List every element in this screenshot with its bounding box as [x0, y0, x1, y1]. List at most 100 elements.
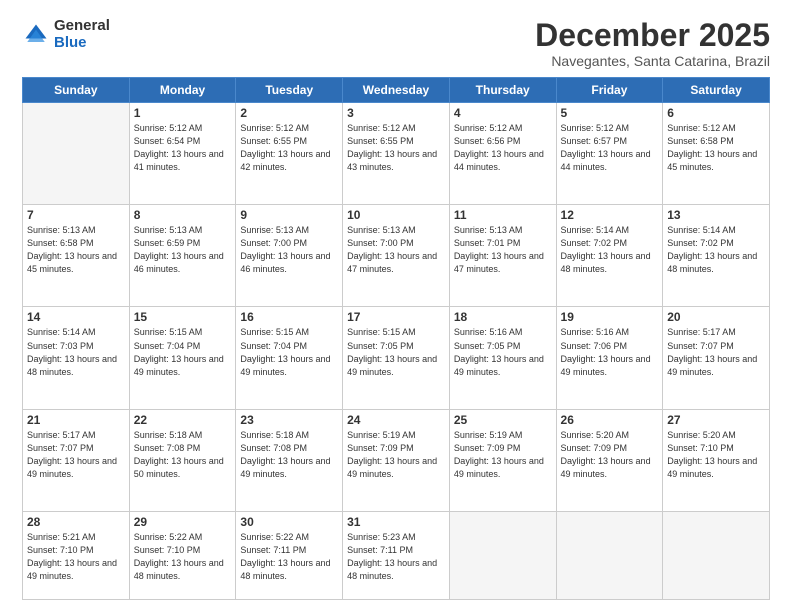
- calendar-cell: 18 Sunrise: 5:16 AMSunset: 7:05 PMDayligh…: [449, 307, 556, 409]
- day-number: 6: [667, 106, 765, 120]
- calendar-cell: [449, 511, 556, 599]
- calendar-cell: 19 Sunrise: 5:16 AMSunset: 7:06 PMDayligh…: [556, 307, 663, 409]
- day-info: Sunrise: 5:15 AMSunset: 7:05 PMDaylight:…: [347, 326, 445, 378]
- day-number: 21: [27, 413, 125, 427]
- calendar-cell: 10Sunrise: 5:13 AMSunset: 7:00 PMDayligh…: [343, 205, 450, 307]
- calendar-cell: 9Sunrise: 5:13 AMSunset: 7:00 PMDaylight…: [236, 205, 343, 307]
- day-info: Sunrise: 5:12 AMSunset: 6:55 PMDaylight:…: [347, 122, 445, 174]
- calendar-week-row: 1 Sunrise: 5:12 AMSunset: 6:54 PMDaylight…: [23, 103, 770, 205]
- weekday-header: Saturday: [663, 78, 770, 103]
- day-number: 17: [347, 310, 445, 324]
- calendar-cell: 21 Sunrise: 5:17 AMSunset: 7:07 PMDayligh…: [23, 409, 130, 511]
- calendar-cell: 2Sunrise: 5:12 AMSunset: 6:55 PMDaylight…: [236, 103, 343, 205]
- day-number: 22: [134, 413, 232, 427]
- day-info: Sunrise: 5:14 AMSunset: 7:02 PMDaylight:…: [561, 224, 659, 276]
- month-title: December 2025: [535, 18, 770, 53]
- day-number: 8: [134, 208, 232, 222]
- day-number: 29: [134, 515, 232, 529]
- calendar-cell: 22 Sunrise: 5:18 AMSunset: 7:08 PMDayligh…: [129, 409, 236, 511]
- weekday-header: Wednesday: [343, 78, 450, 103]
- calendar-cell: 4 Sunrise: 5:12 AMSunset: 6:56 PMDaylight…: [449, 103, 556, 205]
- day-number: 18: [454, 310, 552, 324]
- day-info: Sunrise: 5:12 AMSunset: 6:58 PMDaylight:…: [667, 122, 765, 174]
- calendar-cell: 1 Sunrise: 5:12 AMSunset: 6:54 PMDaylight…: [129, 103, 236, 205]
- weekday-header: Friday: [556, 78, 663, 103]
- day-number: 3: [347, 106, 445, 120]
- logo-text: General Blue: [54, 18, 110, 51]
- weekday-header: Tuesday: [236, 78, 343, 103]
- calendar-cell: 5 Sunrise: 5:12 AMSunset: 6:57 PMDaylight…: [556, 103, 663, 205]
- day-info: Sunrise: 5:13 AMSunset: 7:01 PMDaylight:…: [454, 224, 552, 276]
- day-number: 19: [561, 310, 659, 324]
- day-number: 26: [561, 413, 659, 427]
- day-info: Sunrise: 5:16 AMSunset: 7:05 PMDaylight:…: [454, 326, 552, 378]
- calendar-week-row: 7Sunrise: 5:13 AMSunset: 6:58 PMDaylight…: [23, 205, 770, 307]
- logo: General Blue: [22, 18, 110, 51]
- day-number: 1: [134, 106, 232, 120]
- day-number: 11: [454, 208, 552, 222]
- day-info: Sunrise: 5:17 AMSunset: 7:07 PMDaylight:…: [667, 326, 765, 378]
- day-number: 31: [347, 515, 445, 529]
- calendar-cell: [663, 511, 770, 599]
- day-info: Sunrise: 5:12 AMSunset: 6:57 PMDaylight:…: [561, 122, 659, 174]
- day-number: 15: [134, 310, 232, 324]
- calendar-week-row: 21 Sunrise: 5:17 AMSunset: 7:07 PMDayligh…: [23, 409, 770, 511]
- day-info: Sunrise: 5:19 AMSunset: 7:09 PMDaylight:…: [347, 429, 445, 481]
- calendar-cell: 28 Sunrise: 5:21 AMSunset: 7:10 PMDayligh…: [23, 511, 130, 599]
- day-info: Sunrise: 5:18 AMSunset: 7:08 PMDaylight:…: [134, 429, 232, 481]
- day-info: Sunrise: 5:12 AMSunset: 6:54 PMDaylight:…: [134, 122, 232, 174]
- calendar-cell: 30Sunrise: 5:22 AMSunset: 7:11 PMDayligh…: [236, 511, 343, 599]
- day-number: 20: [667, 310, 765, 324]
- day-info: Sunrise: 5:17 AMSunset: 7:07 PMDaylight:…: [27, 429, 125, 481]
- header: General Blue December 2025 Navegantes, S…: [22, 18, 770, 69]
- calendar-cell: 23Sunrise: 5:18 AMSunset: 7:08 PMDayligh…: [236, 409, 343, 511]
- calendar-cell: 6 Sunrise: 5:12 AMSunset: 6:58 PMDaylight…: [663, 103, 770, 205]
- day-number: 25: [454, 413, 552, 427]
- day-info: Sunrise: 5:15 AMSunset: 7:04 PMDaylight:…: [240, 326, 338, 378]
- page: General Blue December 2025 Navegantes, S…: [0, 0, 792, 612]
- day-number: 16: [240, 310, 338, 324]
- calendar-cell: 16 Sunrise: 5:15 AMSunset: 7:04 PMDayligh…: [236, 307, 343, 409]
- day-number: 7: [27, 208, 125, 222]
- day-number: 5: [561, 106, 659, 120]
- day-info: Sunrise: 5:12 AMSunset: 6:55 PMDaylight:…: [240, 122, 338, 174]
- day-number: 10: [347, 208, 445, 222]
- day-info: Sunrise: 5:12 AMSunset: 6:56 PMDaylight:…: [454, 122, 552, 174]
- day-number: 28: [27, 515, 125, 529]
- day-info: Sunrise: 5:21 AMSunset: 7:10 PMDaylight:…: [27, 531, 125, 583]
- day-info: Sunrise: 5:13 AMSunset: 6:59 PMDaylight:…: [134, 224, 232, 276]
- day-info: Sunrise: 5:22 AMSunset: 7:10 PMDaylight:…: [134, 531, 232, 583]
- logo-blue: Blue: [54, 35, 110, 52]
- day-number: 12: [561, 208, 659, 222]
- calendar-cell: 31 Sunrise: 5:23 AMSunset: 7:11 PMDayligh…: [343, 511, 450, 599]
- weekday-header-row: SundayMondayTuesdayWednesdayThursdayFrid…: [23, 78, 770, 103]
- weekday-header: Monday: [129, 78, 236, 103]
- logo-icon: [22, 21, 50, 49]
- calendar-week-row: 14Sunrise: 5:14 AMSunset: 7:03 PMDayligh…: [23, 307, 770, 409]
- day-info: Sunrise: 5:22 AMSunset: 7:11 PMDaylight:…: [240, 531, 338, 583]
- calendar-cell: 26Sunrise: 5:20 AMSunset: 7:09 PMDayligh…: [556, 409, 663, 511]
- calendar-cell: 17 Sunrise: 5:15 AMSunset: 7:05 PMDayligh…: [343, 307, 450, 409]
- day-info: Sunrise: 5:23 AMSunset: 7:11 PMDaylight:…: [347, 531, 445, 583]
- calendar-cell: 12 Sunrise: 5:14 AMSunset: 7:02 PMDayligh…: [556, 205, 663, 307]
- day-number: 23: [240, 413, 338, 427]
- day-info: Sunrise: 5:19 AMSunset: 7:09 PMDaylight:…: [454, 429, 552, 481]
- calendar-cell: 13 Sunrise: 5:14 AMSunset: 7:02 PMDayligh…: [663, 205, 770, 307]
- day-info: Sunrise: 5:16 AMSunset: 7:06 PMDaylight:…: [561, 326, 659, 378]
- day-info: Sunrise: 5:14 AMSunset: 7:02 PMDaylight:…: [667, 224, 765, 276]
- day-number: 13: [667, 208, 765, 222]
- calendar-cell: 24 Sunrise: 5:19 AMSunset: 7:09 PMDayligh…: [343, 409, 450, 511]
- day-info: Sunrise: 5:20 AMSunset: 7:10 PMDaylight:…: [667, 429, 765, 481]
- calendar-cell: 20 Sunrise: 5:17 AMSunset: 7:07 PMDayligh…: [663, 307, 770, 409]
- calendar-cell: 11 Sunrise: 5:13 AMSunset: 7:01 PMDayligh…: [449, 205, 556, 307]
- calendar-cell: 8 Sunrise: 5:13 AMSunset: 6:59 PMDaylight…: [129, 205, 236, 307]
- title-block: December 2025 Navegantes, Santa Catarina…: [535, 18, 770, 69]
- day-info: Sunrise: 5:15 AMSunset: 7:04 PMDaylight:…: [134, 326, 232, 378]
- calendar-cell: [23, 103, 130, 205]
- day-number: 4: [454, 106, 552, 120]
- calendar-week-row: 28 Sunrise: 5:21 AMSunset: 7:10 PMDayligh…: [23, 511, 770, 599]
- calendar-cell: 7Sunrise: 5:13 AMSunset: 6:58 PMDaylight…: [23, 205, 130, 307]
- day-number: 24: [347, 413, 445, 427]
- logo-general: General: [54, 18, 110, 35]
- day-number: 14: [27, 310, 125, 324]
